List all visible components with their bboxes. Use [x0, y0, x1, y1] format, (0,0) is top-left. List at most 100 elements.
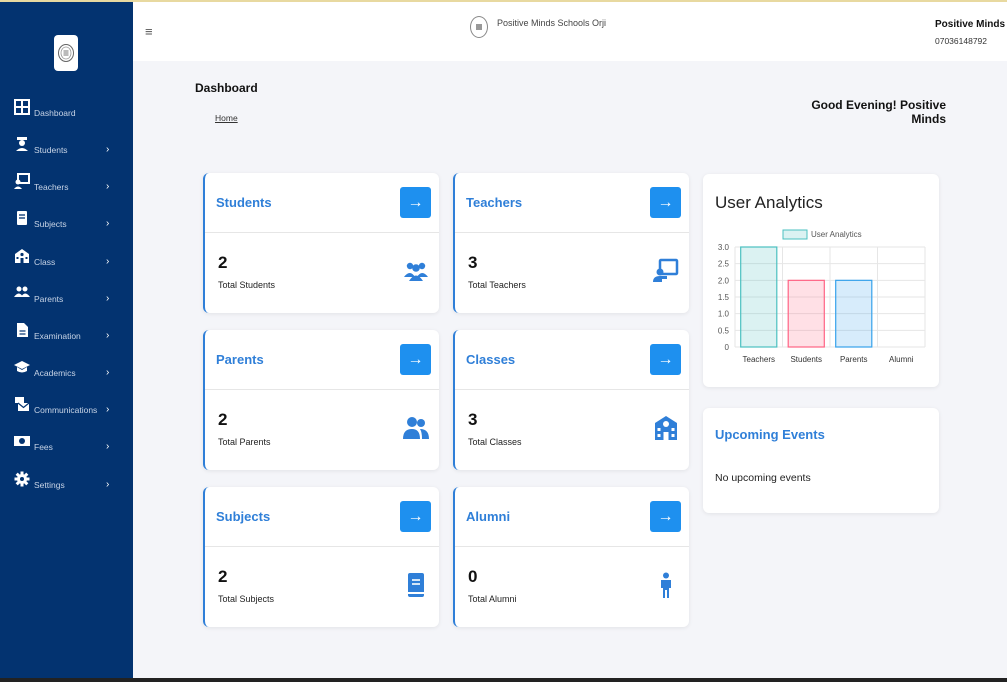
- card-header: Parents →: [205, 330, 439, 390]
- book-icon: [408, 573, 424, 597]
- card-title: Alumni: [466, 509, 511, 524]
- upcoming-events-panel: Upcoming Events No upcoming events: [703, 408, 939, 513]
- sidebar-item-fees[interactable]: Fees ›: [0, 433, 133, 455]
- school-icon: [655, 416, 677, 440]
- chevron-right-icon: ›: [106, 441, 110, 452]
- sidebar-item-label: Class: [34, 257, 56, 267]
- legend-swatch: [782, 229, 808, 240]
- y-tick-label: 2.0: [718, 276, 730, 285]
- student-icon: [16, 137, 28, 151]
- user-friends-icon: [403, 417, 429, 439]
- sidebar: Dashboard Students › Teachers › Subjects…: [0, 2, 133, 680]
- money-icon: [14, 436, 30, 446]
- card-value: 3: [468, 253, 478, 272]
- x-tick-label: Parents: [840, 355, 868, 364]
- y-tick-label: 2.5: [718, 260, 730, 269]
- x-tick-label: Alumni: [889, 355, 914, 364]
- sidebar-item-label: Parents: [34, 294, 64, 304]
- chevron-right-icon: ›: [106, 293, 110, 304]
- teacher-icon: [14, 173, 30, 189]
- sidebar-item-label: Fees: [34, 442, 53, 452]
- sidebar-item-label: Subjects: [34, 219, 67, 229]
- user-phone: 07036148792: [935, 36, 988, 46]
- y-tick-label: 0.5: [718, 326, 730, 335]
- chalkboard-teacher-icon: [653, 258, 679, 282]
- graduation-cap-icon: [14, 361, 30, 373]
- teachers-card: Teachers → 3 Total Teachers: [453, 173, 689, 313]
- sidebar-item-parents[interactable]: Parents ›: [0, 285, 133, 307]
- sidebar-item-label: Students: [34, 145, 68, 155]
- card-header: Subjects →: [205, 487, 439, 547]
- alumni-arrow-button[interactable]: →: [650, 501, 681, 532]
- students-card: Students → 2 Total Students: [203, 173, 439, 313]
- person-icon: [661, 572, 671, 598]
- events-empty-text: No upcoming events: [715, 472, 811, 484]
- chevron-right-icon: ›: [106, 367, 110, 378]
- card-title: Classes: [466, 352, 516, 367]
- classes-arrow-button[interactable]: →: [650, 344, 681, 375]
- user-name[interactable]: Positive Minds: [935, 19, 1005, 30]
- card-value: 2: [218, 567, 228, 586]
- card-subtitle: Total Subjects: [218, 594, 275, 604]
- y-tick-label: 1.5: [718, 293, 730, 302]
- chevron-right-icon: ›: [106, 256, 110, 267]
- x-tick-label: Students: [790, 355, 822, 364]
- sidebar-item-students[interactable]: Students ›: [0, 136, 133, 158]
- school-brand[interactable]: Positive Minds Schools Orji: [470, 16, 606, 38]
- sidebar-item-communications[interactable]: Communications ›: [0, 396, 133, 418]
- mail-bulk-icon: [15, 397, 30, 411]
- card-subtitle: Total Alumni: [468, 594, 517, 604]
- greeting-text: Good Evening! Positive Minds: [811, 98, 946, 126]
- x-tick-label: Teachers: [743, 355, 775, 364]
- teachers-arrow-button[interactable]: →: [650, 187, 681, 218]
- grid-icon: [14, 99, 30, 115]
- chevron-right-icon: ›: [106, 479, 110, 490]
- card-subtitle: Total Teachers: [468, 280, 526, 290]
- card-title: Students: [216, 195, 272, 210]
- chevron-right-icon: ›: [106, 330, 110, 341]
- school-crest-icon: [470, 16, 488, 38]
- bar-teachers: [740, 246, 778, 348]
- sidebar-item-class[interactable]: Class ›: [0, 248, 133, 270]
- breadcrumb-home[interactable]: Home: [215, 113, 238, 123]
- card-value: 2: [218, 410, 228, 429]
- user-analytics-panel: User Analytics User Analytics 3.0 2.5 2.0 1.…: [703, 174, 939, 387]
- students-arrow-button[interactable]: →: [400, 187, 431, 218]
- users-icon: [14, 286, 30, 297]
- sidebar-item-teachers[interactable]: Teachers ›: [0, 173, 133, 195]
- sidebar-item-examination[interactable]: Examination ›: [0, 322, 133, 344]
- subjects-arrow-button[interactable]: →: [400, 501, 431, 532]
- school-logo[interactable]: [54, 35, 78, 71]
- hamburger-menu-icon[interactable]: ≡: [145, 24, 153, 39]
- sidebar-item-label: Settings: [34, 480, 65, 490]
- card-header: Classes →: [455, 330, 689, 390]
- file-icon: [17, 323, 28, 337]
- school-crest-icon: [58, 44, 74, 62]
- card-subtitle: Total Parents: [218, 437, 271, 447]
- sidebar-item-dashboard[interactable]: Dashboard: [0, 99, 133, 121]
- y-tick-label: 3.0: [718, 243, 730, 252]
- school-icon: [15, 249, 29, 263]
- bar-parents: [835, 279, 873, 348]
- subjects-card: Subjects → 2 Total Subjects: [203, 487, 439, 627]
- card-title: Teachers: [466, 195, 523, 210]
- card-title: Parents: [216, 352, 264, 367]
- sidebar-item-academics[interactable]: Academics ›: [0, 359, 133, 381]
- card-subtitle: Total Classes: [468, 437, 522, 447]
- card-value: 0: [468, 567, 478, 586]
- classes-card: Classes → 3 Total Classes: [453, 330, 689, 470]
- user-analytics-chart: User Analytics 3.0 2.5 2.0 1.5 1.0 0.5 0 Teacher…: [718, 229, 926, 364]
- top-header: ≡ Positive Minds Schools Orji Positive M…: [133, 2, 1007, 61]
- bar-students: [787, 279, 825, 348]
- sidebar-item-label: Academics: [34, 368, 76, 378]
- book-icon: [17, 211, 27, 225]
- parents-card: Parents → 2 Total Parents: [203, 330, 439, 470]
- sidebar-item-subjects[interactable]: Subjects ›: [0, 210, 133, 232]
- parents-arrow-button[interactable]: →: [400, 344, 431, 375]
- alumni-card: Alumni → 0 Total Alumni: [453, 487, 689, 627]
- card-value: 2: [218, 253, 228, 272]
- users-group-icon: [404, 262, 428, 281]
- sidebar-item-settings[interactable]: Settings ›: [0, 471, 133, 493]
- card-title: Subjects: [216, 509, 271, 524]
- chevron-right-icon: ›: [106, 181, 110, 192]
